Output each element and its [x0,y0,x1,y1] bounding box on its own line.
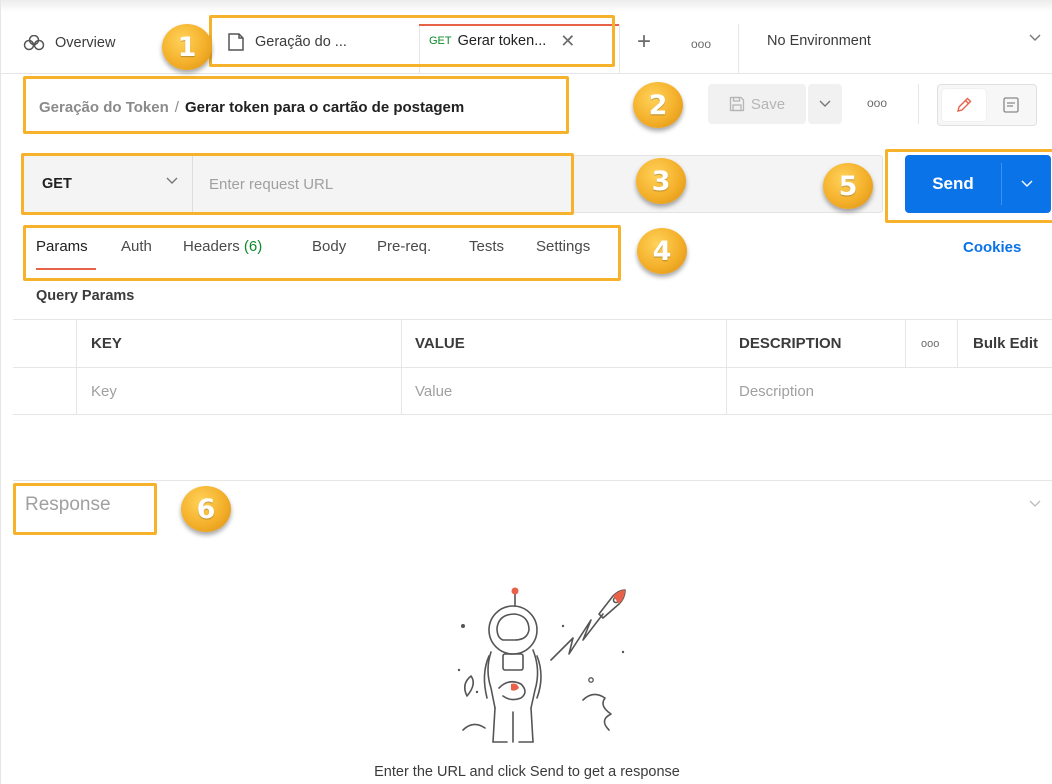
response-empty-hint: Enter the URL and click Send to get a re… [374,764,680,780]
toolbar-divider [918,84,919,124]
query-params-title: Query Params [36,288,135,304]
chevron-down-icon[interactable] [1029,500,1041,508]
annotation-badge-1: 1 [162,24,212,70]
comment-icon [1003,97,1019,113]
save-options-button[interactable] [808,84,842,124]
chevron-down-icon[interactable] [1029,34,1041,42]
description-input[interactable]: Description [739,368,814,415]
column-divider [957,319,958,367]
key-input[interactable]: Key [91,368,117,415]
highlight-box-breadcrumb [23,76,569,134]
column-divider [76,319,77,415]
request-more-icon[interactable]: ooo [867,96,887,110]
annotation-badge-5: 5 [823,163,873,209]
astronaut-illustration [457,587,626,743]
postman-window: Overview Geração do ... GET Gerar token.… [0,0,1052,784]
highlight-box-request-tabs [23,225,621,281]
column-key: KEY [91,335,122,352]
response-divider [13,480,1052,481]
value-input[interactable]: Value [415,368,452,415]
documentation-mode-button[interactable] [990,89,1032,121]
chevron-down-icon [819,100,831,107]
tab-overview[interactable]: Overview [23,32,115,54]
highlight-box-response [13,483,157,535]
tab-separator [619,24,620,74]
column-divider [401,319,402,415]
column-divider [726,319,727,415]
annotation-badge-3: 3 [636,158,686,204]
bulk-edit-button[interactable]: Bulk Edit [973,320,1038,367]
highlight-box-url [21,153,574,215]
environment-selector[interactable]: No Environment [767,33,871,49]
window-top-shade [1,0,1052,12]
highlight-box-send [885,149,1052,223]
table-row: Key Value Description [13,367,1052,415]
save-button[interactable]: Save [708,84,806,124]
edit-mode-button[interactable] [942,89,986,121]
overview-icon [23,35,45,51]
cookies-link[interactable]: Cookies [963,239,1021,256]
table-header-row: KEY VALUE DESCRIPTION ooo Bulk Edit [13,319,1052,367]
new-tab-plus-icon[interactable]: + [637,28,651,56]
tab-overview-label: Overview [55,35,116,51]
mode-toggle [937,84,1037,126]
save-label: Save [750,95,786,113]
column-value: VALUE [415,335,465,352]
pencil-icon [957,97,972,112]
annotation-badge-2: 2 [633,82,683,128]
highlight-box-tabs [209,15,615,67]
tab-separator [738,24,739,74]
save-icon [729,96,745,112]
annotation-badge-4: 4 [637,228,687,274]
column-description: DESCRIPTION [739,335,842,352]
table-more-icon[interactable]: ooo [921,320,939,367]
annotation-badge-6: 6 [181,486,231,532]
tabs-more-icon[interactable]: ooo [691,37,711,51]
column-divider [905,319,906,367]
